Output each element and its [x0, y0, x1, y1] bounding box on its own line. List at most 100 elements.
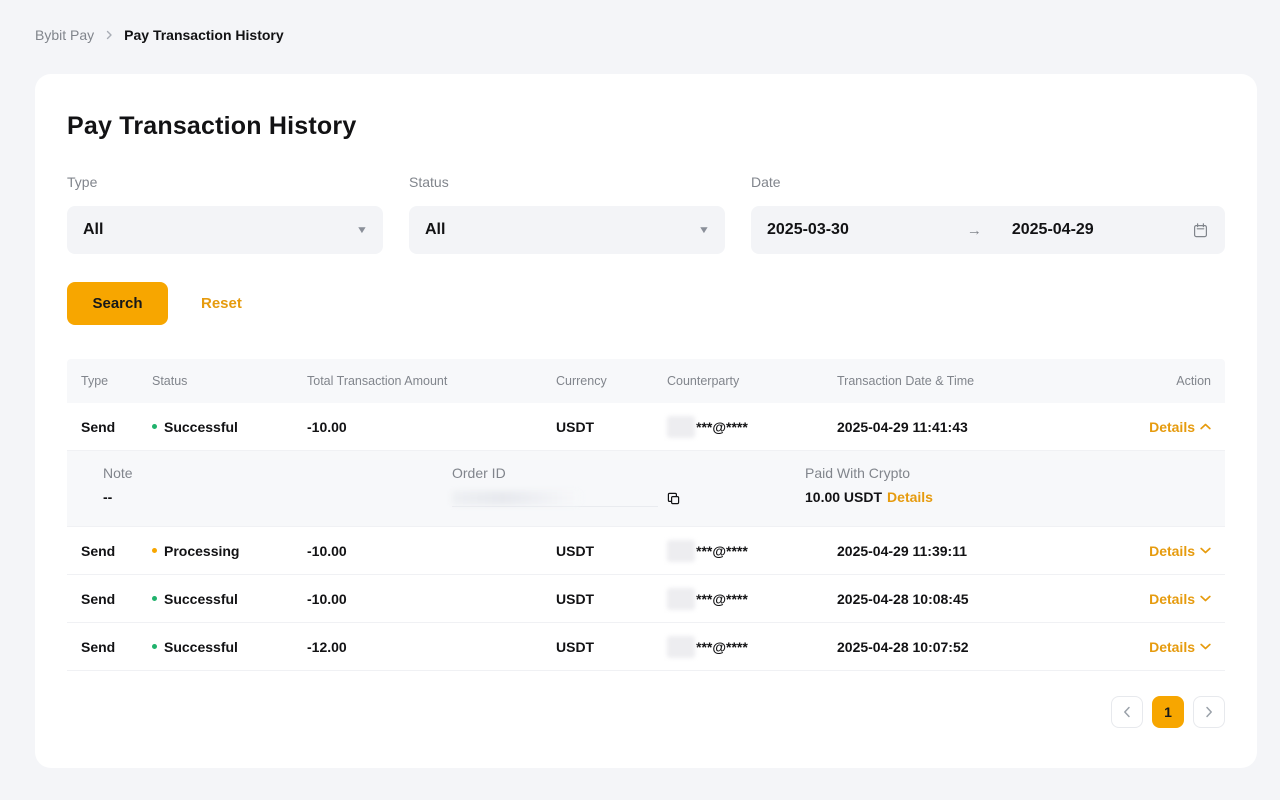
reset-button[interactable]: Reset — [201, 295, 242, 312]
cell-action: Details — [1077, 639, 1225, 655]
cell-status: Successful — [152, 591, 307, 607]
cell-amount: -10.00 — [307, 591, 556, 607]
date-range-picker[interactable]: 2025-03-30 → 2025-04-29 — [751, 206, 1225, 254]
date-start-value: 2025-03-30 — [767, 221, 849, 239]
chevron-down-icon — [1200, 595, 1211, 602]
copy-icon — [666, 491, 681, 506]
order-id-label: Order ID — [452, 465, 805, 485]
cell-status: Successful — [152, 639, 307, 655]
status-dot-icon — [152, 596, 157, 601]
cell-currency: USDT — [556, 419, 667, 435]
cell-datetime: 2025-04-28 10:08:45 — [837, 591, 1077, 607]
cell-currency: USDT — [556, 591, 667, 607]
search-button[interactable]: Search — [67, 282, 168, 325]
header-status: Status — [152, 374, 307, 388]
cell-counterparty: ***@**** — [667, 636, 837, 658]
details-label: Details — [1149, 543, 1195, 559]
details-toggle[interactable]: Details — [1149, 419, 1211, 435]
table-row: Send Successful -10.00 USDT ***@**** 202… — [67, 575, 1225, 623]
breadcrumb: Bybit Pay Pay Transaction History — [35, 27, 284, 43]
type-select[interactable]: All ▼ — [67, 206, 383, 254]
page-title: Pay Transaction History — [67, 112, 1225, 142]
counterparty-text: ***@**** — [696, 591, 748, 607]
calendar-icon — [1192, 222, 1209, 239]
cell-type: Send — [67, 543, 152, 559]
chevron-left-icon — [1123, 706, 1131, 718]
cell-amount: -10.00 — [307, 419, 556, 435]
type-filter-label: Type — [67, 174, 383, 194]
status-text: Successful — [164, 639, 238, 655]
cell-type: Send — [67, 419, 152, 435]
cell-counterparty: ***@**** — [667, 588, 837, 610]
status-dot-icon — [152, 548, 157, 553]
cell-datetime: 2025-04-29 11:39:11 — [837, 543, 1077, 559]
page-number-button[interactable]: 1 — [1152, 696, 1184, 728]
cell-action: Details — [1077, 543, 1225, 559]
status-text: Successful — [164, 591, 238, 607]
status-filter-label: Status — [409, 174, 725, 194]
details-label: Details — [1149, 591, 1195, 607]
type-select-value: All — [83, 221, 103, 239]
expanded-detail-panel: Note -- Order ID Paid With Crypto 10.00 … — [67, 451, 1225, 527]
status-text: Successful — [164, 419, 238, 435]
paid-with-crypto-label: Paid With Crypto — [805, 465, 1225, 485]
header-counterparty: Counterparty — [667, 374, 837, 388]
breadcrumb-current: Pay Transaction History — [124, 27, 284, 43]
cell-datetime: 2025-04-28 10:07:52 — [837, 639, 1077, 655]
filters-row: Type All ▼ Status All ▼ Date 2025-03-30 … — [67, 174, 1225, 254]
redacted-blur — [667, 416, 695, 438]
details-toggle[interactable]: Details — [1149, 639, 1211, 655]
prev-page-button[interactable] — [1111, 696, 1143, 728]
status-text: Processing — [164, 543, 239, 559]
status-dot-icon — [152, 644, 157, 649]
redacted-blur — [452, 491, 580, 505]
status-select[interactable]: All ▼ — [409, 206, 725, 254]
table-row: Send Successful -12.00 USDT ***@**** 202… — [67, 623, 1225, 671]
order-id-value-row — [452, 489, 805, 507]
arrow-right-icon: → — [967, 222, 982, 239]
note-label: Note — [103, 465, 452, 485]
cell-action: Details — [1077, 591, 1225, 607]
next-page-button[interactable] — [1193, 696, 1225, 728]
paid-with-crypto-block: Paid With Crypto 10.00 USDT Details — [805, 465, 1225, 526]
status-dot-icon — [152, 424, 157, 429]
pagination: 1 — [67, 696, 1225, 728]
details-toggle[interactable]: Details — [1149, 591, 1211, 607]
cell-datetime: 2025-04-29 11:41:43 — [837, 419, 1077, 435]
order-id-redacted — [452, 489, 658, 507]
header-action: Action — [1077, 374, 1225, 388]
caret-down-icon: ▼ — [356, 225, 368, 236]
header-datetime: Transaction Date & Time — [837, 374, 1077, 388]
details-toggle[interactable]: Details — [1149, 543, 1211, 559]
cell-counterparty: ***@**** — [667, 540, 837, 562]
caret-down-icon: ▼ — [698, 225, 710, 236]
redacted-blur — [667, 540, 695, 562]
details-label: Details — [1149, 419, 1195, 435]
chevron-down-icon — [1200, 643, 1211, 650]
date-filter: Date 2025-03-30 → 2025-04-29 — [751, 174, 1225, 254]
chevron-down-icon — [1200, 547, 1211, 554]
type-filter: Type All ▼ — [67, 174, 383, 254]
status-filter: Status All ▼ — [409, 174, 725, 254]
table-row: Send Processing -10.00 USDT ***@**** 202… — [67, 527, 1225, 575]
header-currency: Currency — [556, 374, 667, 388]
breadcrumb-parent-link[interactable]: Bybit Pay — [35, 27, 94, 43]
cell-status: Successful — [152, 419, 307, 435]
pay-transaction-history-card: Pay Transaction History Type All ▼ Statu… — [35, 74, 1257, 768]
header-amount: Total Transaction Amount — [307, 374, 556, 388]
order-id-block: Order ID — [452, 465, 805, 526]
chevron-up-icon — [1200, 423, 1211, 430]
paid-amount: 10.00 USDT — [805, 489, 882, 505]
paid-with-crypto-value: 10.00 USDT Details — [805, 489, 1225, 505]
chevron-right-icon — [104, 30, 114, 40]
counterparty-text: ***@**** — [696, 543, 748, 559]
cell-currency: USDT — [556, 639, 667, 655]
cell-action: Details — [1077, 419, 1225, 435]
copy-button[interactable] — [666, 491, 681, 506]
paid-details-link[interactable]: Details — [887, 489, 933, 505]
cell-amount: -10.00 — [307, 543, 556, 559]
cell-status: Processing — [152, 543, 307, 559]
details-label: Details — [1149, 639, 1195, 655]
date-end-value: 2025-04-29 — [1012, 221, 1094, 239]
counterparty-text: ***@**** — [696, 419, 748, 435]
